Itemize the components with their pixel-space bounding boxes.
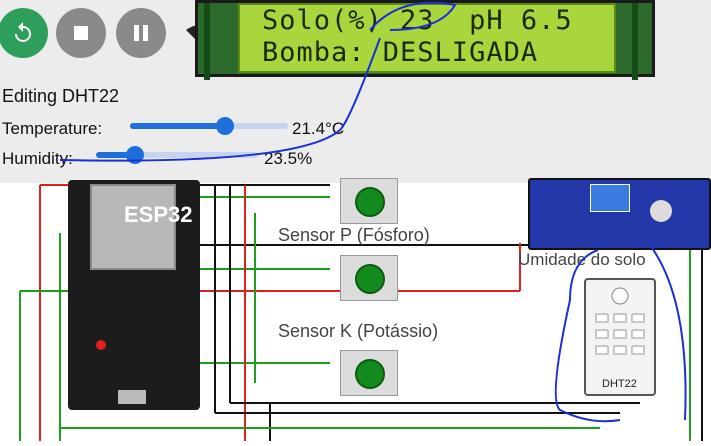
annotation-scribbles — [59, 1, 687, 423]
